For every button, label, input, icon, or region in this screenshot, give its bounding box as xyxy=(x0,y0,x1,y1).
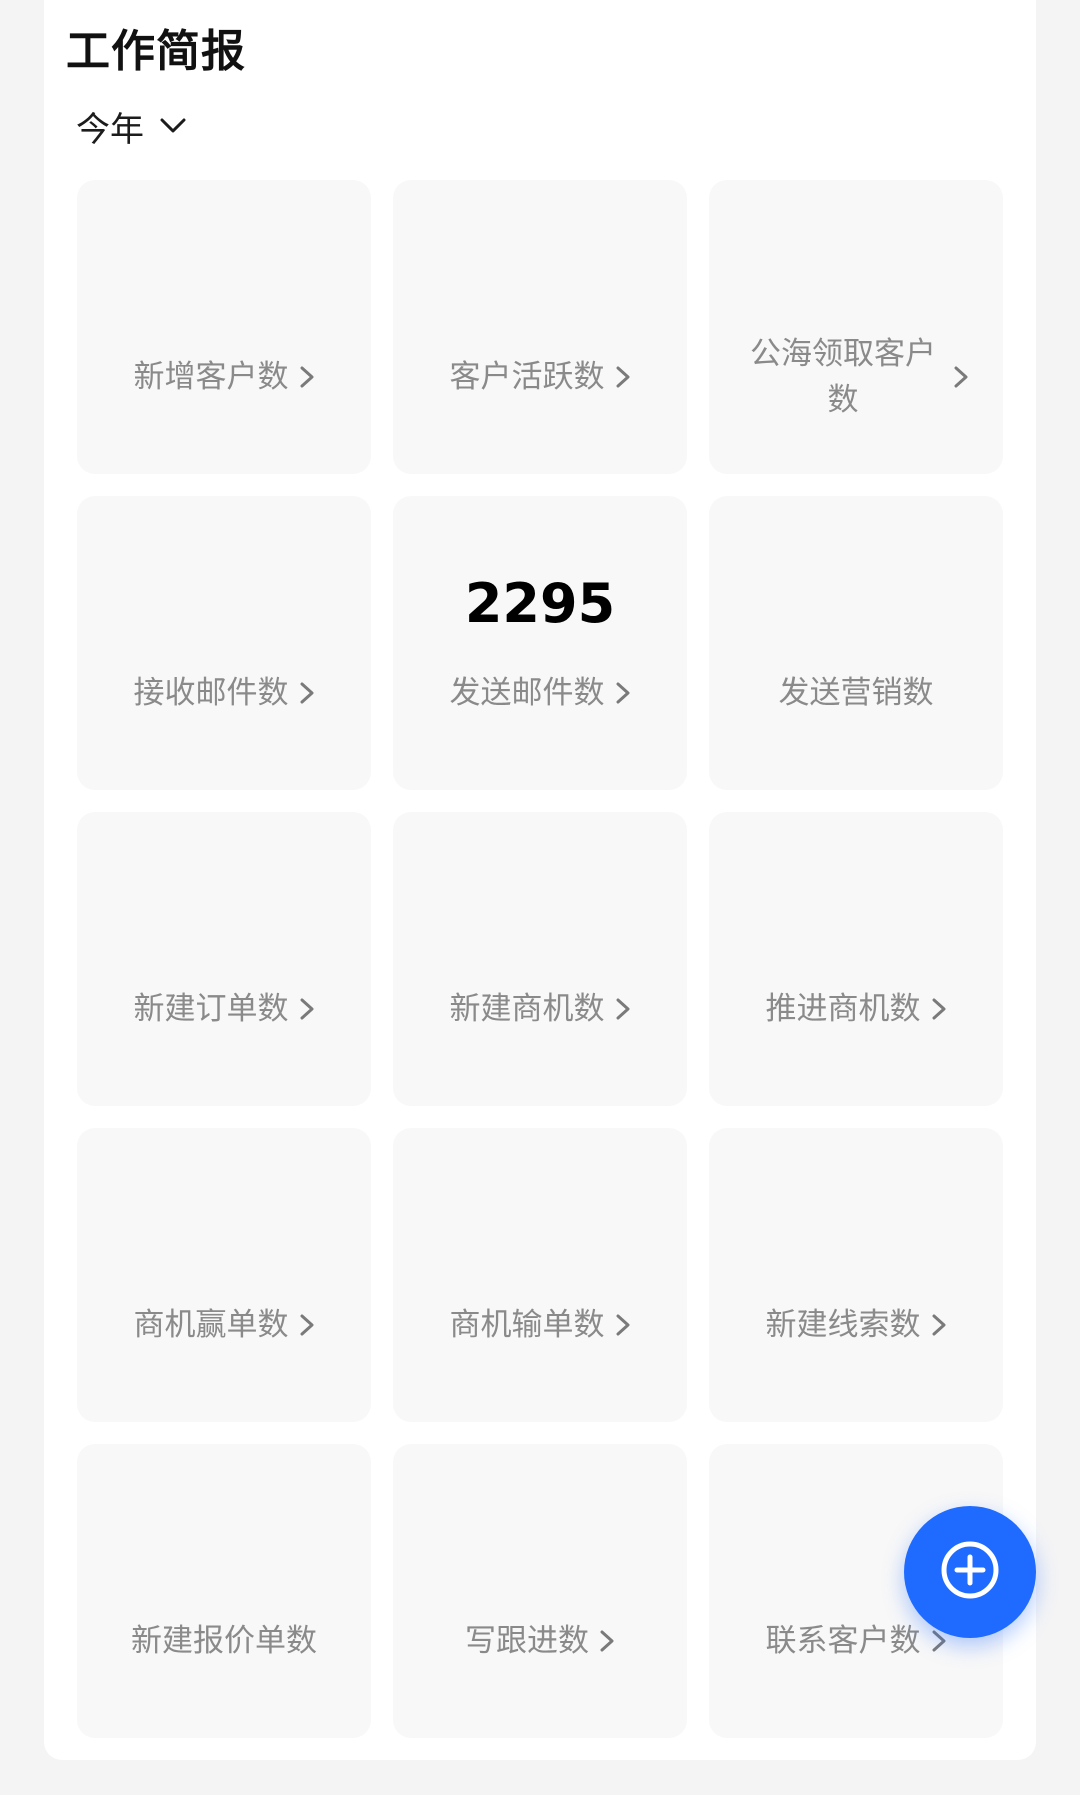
stat-label-row: 发送营销数 xyxy=(723,648,989,738)
chevron-right-icon xyxy=(953,365,969,389)
stat-tile-new-orders[interactable]: 新建订单数 xyxy=(77,812,371,1106)
stat-label: 新建商机数 xyxy=(449,991,605,1027)
stat-label-row: 接收邮件数 xyxy=(91,648,357,738)
stat-value xyxy=(77,254,371,320)
chevron-right-icon xyxy=(599,1629,615,1653)
stat-value xyxy=(393,886,687,952)
stat-value xyxy=(393,1518,687,1584)
chevron-right-icon xyxy=(615,1313,631,1337)
period-selector[interactable]: 今年 xyxy=(76,100,186,152)
stat-tile-new-customers[interactable]: 新增客户数 xyxy=(77,180,371,474)
stat-label: 发送邮件数 xyxy=(449,675,605,711)
stat-value: 2295 xyxy=(464,571,616,635)
stat-label-row: 新建商机数 xyxy=(407,964,673,1054)
stat-label: 写跟进数 xyxy=(465,1623,589,1659)
stat-value xyxy=(77,886,371,952)
stat-tile-advanced-opportunities[interactable]: 推进商机数 xyxy=(709,812,1003,1106)
stat-label: 公海领取客户数 xyxy=(750,336,936,418)
chevron-right-icon xyxy=(615,997,631,1021)
stat-label: 新建订单数 xyxy=(133,991,289,1027)
stat-label: 新增客户数 xyxy=(133,359,289,395)
stat-label: 新建线索数 xyxy=(765,1307,921,1343)
stat-label-row: 新建线索数 xyxy=(723,1280,989,1370)
stat-tile-opportunities-won[interactable]: 商机赢单数 xyxy=(77,1128,371,1422)
stat-label-row: 公海领取客户数 xyxy=(723,332,989,422)
chevron-right-icon xyxy=(615,681,631,705)
chevron-right-icon xyxy=(931,1313,947,1337)
stat-label-row: 写跟进数 xyxy=(407,1596,673,1686)
add-circle-icon xyxy=(939,1539,1001,1605)
stat-tile-emails-received[interactable]: 接收邮件数 xyxy=(77,496,371,790)
stat-value xyxy=(77,1202,371,1268)
stat-label: 新建报价单数 xyxy=(131,1623,317,1659)
stat-label-row: 商机赢单数 xyxy=(91,1280,357,1370)
chevron-right-icon xyxy=(299,1313,315,1337)
stat-value xyxy=(709,254,1003,320)
chevron-right-icon xyxy=(299,681,315,705)
stat-label: 推进商机数 xyxy=(765,991,921,1027)
stat-value xyxy=(709,570,1003,636)
stat-tile-opportunities-lost[interactable]: 商机输单数 xyxy=(393,1128,687,1422)
chevron-down-icon xyxy=(160,118,186,134)
chevron-right-icon xyxy=(615,365,631,389)
period-label: 今年 xyxy=(76,109,144,150)
stat-label: 接收邮件数 xyxy=(133,675,289,711)
page-title: 工作简报 xyxy=(66,26,246,77)
stat-label-row: 商机输单数 xyxy=(407,1280,673,1370)
stat-label-row: 推进商机数 xyxy=(723,964,989,1054)
stat-tile-public-pool-claimed[interactable]: 公海领取客户数 xyxy=(709,180,1003,474)
stat-label: 发送营销数 xyxy=(778,675,934,711)
stat-label-row: 新建报价单数 xyxy=(91,1596,357,1686)
stat-label-row: 新建订单数 xyxy=(91,964,357,1054)
stat-tile-active-customers[interactable]: 客户活跃数 xyxy=(393,180,687,474)
stat-tile-follow-ups[interactable]: 写跟进数 xyxy=(393,1444,687,1738)
stat-tile-new-leads[interactable]: 新建线索数 xyxy=(709,1128,1003,1422)
stat-value xyxy=(709,1202,1003,1268)
stats-grid: 新增客户数 客户活跃数 公海领取客户数 接收邮件数 2295 发送邮件数 发送营… xyxy=(77,180,1003,1738)
stat-value xyxy=(393,1202,687,1268)
stat-label: 商机赢单数 xyxy=(133,1307,289,1343)
stat-value xyxy=(77,1518,371,1584)
stat-label: 商机输单数 xyxy=(449,1307,605,1343)
stat-tile-new-quotes[interactable]: 新建报价单数 xyxy=(77,1444,371,1738)
chevron-right-icon xyxy=(299,997,315,1021)
stat-value xyxy=(393,254,687,320)
chevron-right-icon xyxy=(299,365,315,389)
stat-label-row: 发送邮件数 xyxy=(407,648,673,738)
stat-label-row: 客户活跃数 xyxy=(407,332,673,422)
add-button[interactable] xyxy=(904,1506,1036,1638)
stat-tile-new-opportunities[interactable]: 新建商机数 xyxy=(393,812,687,1106)
stat-label: 客户活跃数 xyxy=(449,359,605,395)
stat-label: 联系客户数 xyxy=(765,1623,921,1659)
stat-tile-marketing-sent[interactable]: 发送营销数 xyxy=(709,496,1003,790)
stat-label-row: 新增客户数 xyxy=(91,332,357,422)
stat-value xyxy=(77,570,371,636)
stat-value xyxy=(709,886,1003,952)
chevron-right-icon xyxy=(931,997,947,1021)
stat-tile-emails-sent[interactable]: 2295 发送邮件数 xyxy=(393,496,687,790)
